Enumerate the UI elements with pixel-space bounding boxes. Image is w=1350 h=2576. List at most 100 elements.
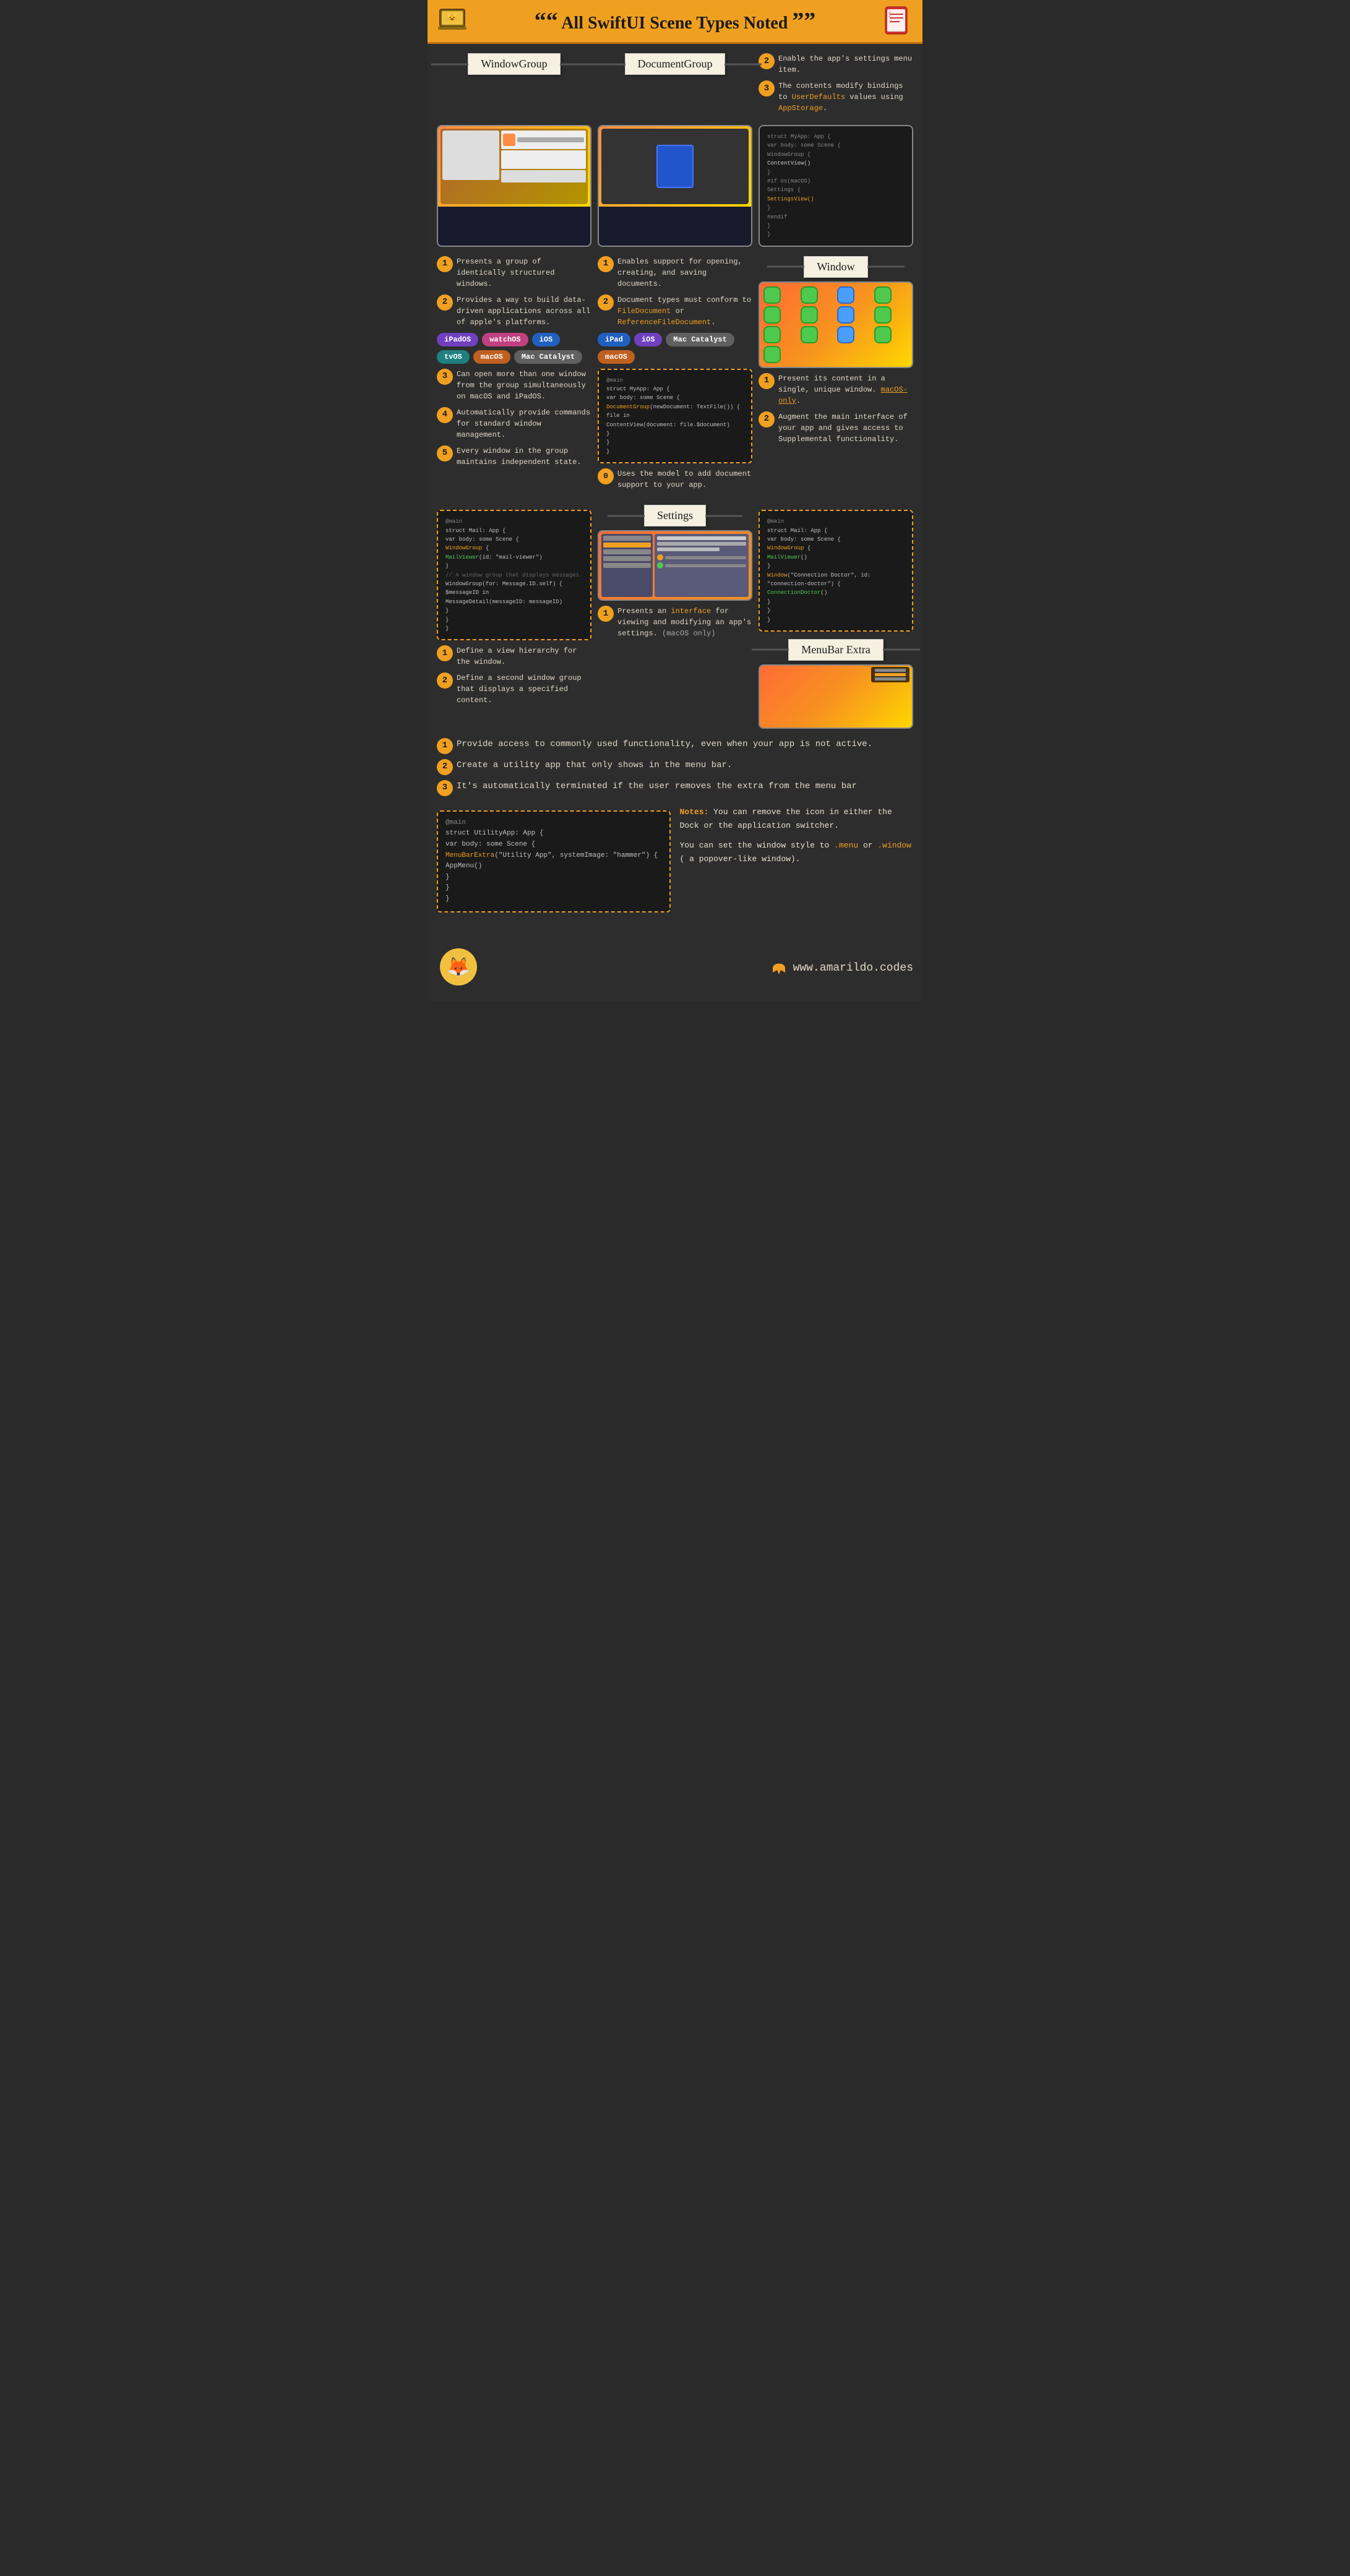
website-area: www.amarildo.codes [770, 959, 913, 977]
num-4-wg: 4 [437, 407, 453, 423]
notes-area: Notes: You can remove the icon in either… [680, 805, 914, 917]
windowgroup-screenshot [437, 125, 591, 247]
windowgroup-main-code: @main struct Mail: App { var body: some … [437, 510, 591, 640]
dg-platforms: iPad iOS Mac Catalyst macOS [598, 333, 752, 364]
window-point2: 2 Augment the main interface of your app… [759, 411, 913, 445]
menubar-info-section: 1 Provide access to commonly used functi… [437, 738, 913, 796]
num-2-def: 2 [437, 672, 453, 689]
code-row: @main struct Mail: App { var body: some … [437, 505, 913, 729]
badge-dg-macCatalyst: Mac Catalyst [666, 333, 734, 346]
window-screenshot [759, 281, 913, 368]
window-point1: 1 Present its content in a single, uniqu… [759, 373, 913, 406]
website-text[interactable]: www.amarildo.codes [793, 962, 913, 974]
documentgroup-info: 1 Enables support for opening, creating,… [598, 256, 752, 496]
num-2-wg: 2 [437, 294, 453, 311]
num-2-dg: 2 [598, 294, 614, 311]
menubarextra-screenshot [759, 664, 913, 729]
badge-tvOS: tvOS [437, 350, 470, 364]
mascot-icon: 🦊 [437, 945, 480, 992]
wg-point1: 1 Presents a group of identically struct… [437, 256, 591, 290]
badge-dg-iOS: iOS [634, 333, 663, 346]
settings-screenshot [598, 530, 752, 601]
window-code-area: @main struct Mail: App { var body: some … [759, 505, 913, 729]
middle-info-row: 1 Presents a group of identically struct… [437, 256, 913, 496]
badge-dg-ipad: iPad [598, 333, 630, 346]
window-label-area: Window [759, 256, 913, 278]
num-5-wg: 5 [437, 445, 453, 462]
notes-label: Notes: [680, 807, 709, 817]
windowgroup-label: WindowGroup [468, 53, 560, 75]
badge-iOS: iOS [532, 333, 561, 346]
settings-point2: 2 Enable the app's settings menu item. [759, 53, 913, 75]
mb-point1: 1 Provide access to commonly used functi… [437, 738, 913, 754]
menubarextra-label: MenuBar Extra [788, 639, 883, 661]
windowgroup-info: 1 Presents a group of identically struct… [437, 256, 591, 473]
footer: 🦊 www.amarildo.codes [428, 936, 922, 1001]
num-3-circle: 3 [759, 80, 775, 97]
checklist-icon: ✓ ✓ [882, 6, 913, 36]
wg-point5: 5 Every window in the group maintains in… [437, 445, 591, 468]
main-content: WindowGroup DocumentGroup 2 Enable the a… [428, 44, 922, 936]
num-1-win: 1 [759, 373, 775, 389]
badge-macCatalyst: Mac Catalyst [514, 350, 582, 364]
mb-point3: 3 It's automatically terminated if the u… [437, 780, 913, 796]
wg-define1: 1 Define a view hierarchy for the window… [437, 645, 591, 668]
settings-point3: 3 The contents modify bindings to UserDe… [759, 80, 913, 114]
num-3-wg: 3 [437, 369, 453, 385]
num-1-def: 1 [437, 645, 453, 661]
menubar-code-area: @main struct UtilityApp: App { var body:… [437, 805, 671, 917]
window-section: Window [759, 256, 913, 450]
mb-point2: 2 Create a utility app that only shows i… [437, 759, 913, 775]
dg-model: 0 Uses the model to add document support… [598, 468, 752, 491]
top-labels-row: WindowGroup DocumentGroup 2 Enable the a… [437, 53, 913, 119]
wg-code-area: @main struct Mail: App { var body: some … [437, 505, 591, 711]
window-label: Window [804, 256, 867, 278]
num-3-mb: 3 [437, 780, 453, 796]
num-2-mb: 2 [437, 759, 453, 775]
wg-point3: 3 Can open more than one window from the… [437, 369, 591, 402]
settings-right-info: 2 Enable the app's settings menu item. 3… [759, 53, 913, 119]
notes-note1: You can remove the icon in either the Do… [680, 807, 892, 830]
num-2-circle: 2 [759, 53, 775, 69]
laptop-icon: 😺 [437, 4, 471, 38]
bottom-section: @main struct UtilityApp: App { var body:… [437, 805, 913, 917]
windowgroup-label-area: WindowGroup [437, 53, 591, 75]
wg-define2: 2 Define a second window group that disp… [437, 672, 591, 706]
window-main-code: @main struct Mail: App { var body: some … [759, 510, 913, 632]
notes-note2-area: You can set the window style to .menu or… [680, 839, 914, 866]
arrow-icon [770, 959, 788, 977]
screenshots-row: struct MyApp: App { var body: some Scene… [437, 125, 913, 247]
documentgroup-label-area: DocumentGroup [598, 53, 752, 75]
menubar-code: @main struct UtilityApp: App { var body:… [437, 810, 671, 912]
page-title: ““ All SwiftUI Scene Types Noted ”” [535, 7, 816, 35]
wg-point4: 4 Automatically provide commands for sta… [437, 407, 591, 440]
dg-point2: 2 Document types must conform to FileDoc… [598, 294, 752, 328]
badge-ipadOS: iPadOS [437, 333, 478, 346]
header: 😺 ““ All SwiftUI Scene Types Noted ”” ✓ … [428, 0, 922, 44]
num-1-settings: 1 [598, 606, 614, 622]
documentgroup-label: DocumentGroup [625, 53, 726, 75]
wg-point2: 2 Provides a way to build data-driven ap… [437, 294, 591, 328]
svg-text:🦊: 🦊 [447, 956, 470, 979]
wg-platforms: iPadOS watchOS iOS tvOS macOS Mac Cataly… [437, 333, 591, 364]
num-1-wg: 1 [437, 256, 453, 272]
badge-macOS: macOS [473, 350, 510, 364]
num-1-mb: 1 [437, 738, 453, 754]
num-2-win: 2 [759, 411, 775, 427]
svg-text:✓: ✓ [888, 14, 892, 19]
window-style: .window [877, 841, 911, 850]
num-1-dg: 1 [598, 256, 614, 272]
documentgroup-code: @main struct MyApp: App { var body: some… [598, 369, 752, 464]
badge-watchOS: watchOS [482, 333, 528, 346]
documentgroup-screenshot [598, 125, 752, 247]
quote-close: ”” [792, 8, 815, 34]
settings-code-screenshot: struct MyApp: App { var body: some Scene… [759, 125, 913, 247]
menu-style: .menu [834, 841, 858, 850]
quote-open: ““ [535, 8, 558, 34]
settings-point1: 1 Presents an interface for viewing and … [598, 606, 752, 639]
settings-section-middle: Settings [598, 505, 752, 644]
dg-point1: 1 Enables support for opening, creating,… [598, 256, 752, 290]
settings-label: Settings [644, 505, 706, 526]
svg-text:😺: 😺 [447, 12, 458, 24]
badge-dg-macOS: macOS [598, 350, 635, 364]
